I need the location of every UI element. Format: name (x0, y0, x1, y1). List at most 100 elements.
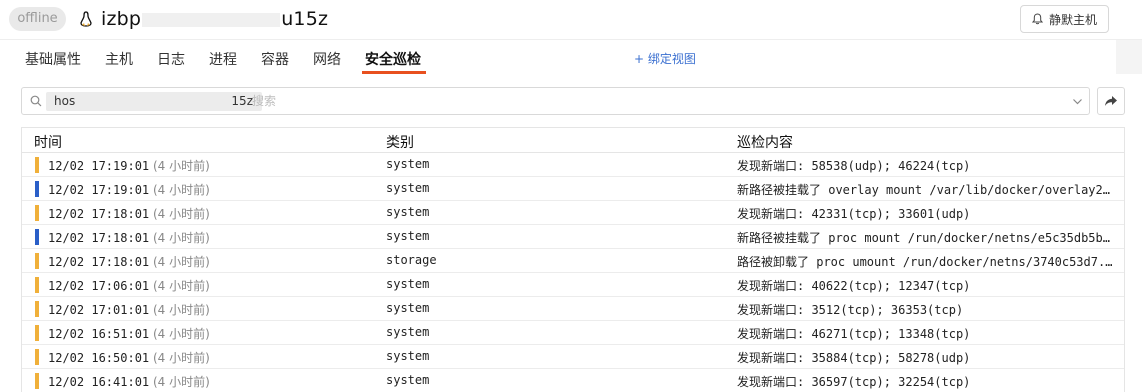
host-prefix: izbp (101, 8, 142, 30)
row-relative-time: (4 小时前) (149, 183, 210, 197)
table-row[interactable]: 12/02 17:06:01 (4 小时前) system 发现新端口: 40622… (22, 273, 1124, 297)
column-header-category[interactable]: 类别 (386, 132, 414, 152)
row-relative-time: (4 小时前) (149, 279, 210, 293)
row-timestamp: 12/02 17:18:01 (48, 231, 150, 245)
row-relative-time: (4 小时前) (149, 327, 210, 341)
table-header: 时间 类别 巡检内容 (22, 128, 1124, 153)
severity-marker (35, 205, 39, 221)
row-content: 发现新端口: 36597(tcp); 32254(tcp) (737, 375, 971, 389)
row-relative-time: (4 小时前) (149, 159, 210, 173)
row-time: 12/02 16:41:01 (4 小时前) (48, 373, 210, 390)
chevron-down-icon[interactable] (1072, 96, 1083, 107)
row-time: 12/02 17:18:01 (4 小时前) (48, 229, 210, 246)
host-suffix: u15z (281, 8, 329, 30)
row-time: 12/02 17:18:01 (4 小时前) (48, 205, 210, 222)
row-category: system (386, 229, 430, 243)
row-timestamp: 12/02 17:19:01 (48, 159, 150, 173)
row-category: system (386, 205, 430, 219)
tab-processes[interactable]: 进程 (209, 49, 237, 69)
row-relative-time: (4 小时前) (149, 255, 210, 269)
row-content: 新路径被挂载了 overlay mount /var/lib/docker/ov… (737, 183, 1117, 197)
row-time: 12/02 17:19:01 (4 小时前) (48, 181, 210, 198)
row-timestamp: 12/02 17:19:01 (48, 183, 150, 197)
table-row[interactable]: 12/02 17:18:01 (4 小时前) storage 路径被卸载了 proc… (22, 249, 1124, 273)
column-header-time[interactable]: 时间 (34, 132, 62, 152)
row-timestamp: 12/02 16:51:01 (48, 327, 150, 341)
bell-icon (1031, 13, 1043, 25)
severity-marker (35, 349, 39, 365)
severity-marker (35, 373, 39, 389)
row-content: 发现新端口: 46271(tcp); 13348(tcp) (737, 327, 971, 341)
row-relative-time: (4 小时前) (149, 207, 210, 221)
search-filter-tag[interactable]: hos 15z (46, 92, 262, 111)
severity-marker (35, 325, 39, 341)
row-time: 12/02 17:06:01 (4 小时前) (48, 277, 210, 294)
row-relative-time: (4 小时前) (149, 375, 210, 389)
row-timestamp: 12/02 17:18:01 (48, 255, 150, 269)
row-time: 12/02 17:18:01 (4 小时前) (48, 253, 210, 270)
row-category: system (386, 349, 430, 363)
row-content: 发现新端口: 3512(tcp); 36353(tcp) (737, 303, 964, 317)
column-header-content[interactable]: 巡检内容 (737, 132, 793, 152)
row-content: 发现新端口: 42331(tcp); 33601(udp) (737, 207, 971, 221)
search-input[interactable] (252, 91, 1042, 111)
severity-marker (35, 301, 39, 317)
status-badge: offline (9, 7, 66, 31)
search-icon (30, 95, 42, 107)
row-timestamp: 12/02 17:01:01 (48, 303, 150, 317)
search-tag-prefix: hos (54, 94, 76, 108)
header: offline izbp u15z 静默主机 (0, 0, 1142, 40)
row-content: 发现新端口: 40622(tcp); 12347(tcp) (737, 279, 971, 293)
row-category: system (386, 373, 430, 387)
table-row[interactable]: 12/02 17:01:01 (4 小时前) system 发现新端口: 3512(… (22, 297, 1124, 321)
row-category: system (386, 301, 430, 315)
host-title: izbp u15z (101, 8, 328, 30)
row-content: 发现新端口: 35884(tcp); 58278(udp) (737, 351, 971, 365)
row-content: 发现新端口: 58538(udp); 46224(tcp) (737, 159, 971, 173)
table-row[interactable]: 12/02 16:51:01 (4 小时前) system 发现新端口: 46271… (22, 321, 1124, 345)
bind-view-link[interactable]: + 绑定视图 (634, 50, 696, 67)
share-arrow-icon (1105, 96, 1117, 106)
table-row[interactable]: 12/02 17:18:01 (4 小时前) system 新路径被挂载了 proc… (22, 225, 1124, 249)
table-row[interactable]: 12/02 16:50:01 (4 小时前) system 发现新端口: 35884… (22, 345, 1124, 369)
row-timestamp: 12/02 16:41:01 (48, 375, 150, 389)
mute-host-label: 静默主机 (1048, 12, 1097, 27)
search-bar[interactable]: hos 15z (21, 87, 1090, 115)
inspection-table: 时间 类别 巡检内容 12/02 17:19:01 (4 小时前) system 发… (21, 127, 1125, 392)
severity-marker (35, 181, 39, 197)
row-relative-time: (4 小时前) (149, 351, 210, 365)
table-row[interactable]: 12/02 17:19:01 (4 小时前) system 发现新端口: 58538… (22, 153, 1124, 177)
table-row[interactable]: 12/02 17:18:01 (4 小时前) system 发现新端口: 42331… (22, 201, 1124, 225)
scroll-edge (1116, 40, 1142, 74)
row-time: 12/02 17:19:01 (4 小时前) (48, 157, 210, 174)
row-category: storage (386, 253, 437, 267)
active-tab-indicator (362, 71, 426, 74)
row-time: 12/02 16:50:01 (4 小时前) (48, 349, 210, 366)
mute-host-button[interactable]: 静默主机 (1020, 5, 1109, 33)
row-timestamp: 12/02 16:50:01 (48, 351, 150, 365)
row-category: system (386, 325, 430, 339)
tab-basic-attributes[interactable]: 基础属性 (25, 49, 81, 69)
tab-containers[interactable]: 容器 (261, 49, 289, 69)
row-category: system (386, 157, 430, 171)
share-button[interactable] (1097, 87, 1125, 115)
tab-network[interactable]: 网络 (313, 49, 341, 69)
tab-security-inspection[interactable]: 安全巡检 (365, 49, 421, 69)
row-time: 12/02 17:01:01 (4 小时前) (48, 301, 210, 318)
row-category: system (386, 181, 430, 195)
row-relative-time: (4 小时前) (149, 303, 210, 317)
table-row[interactable]: 12/02 17:19:01 (4 小时前) system 新路径被挂载了 over… (22, 177, 1124, 201)
row-category: system (386, 277, 430, 291)
row-content: 路径被卸载了 proc umount /run/docker/netns/374… (737, 255, 1117, 269)
redacted-block (142, 12, 281, 27)
table-row[interactable]: 12/02 16:41:01 (4 小时前) system 发现新端口: 36597… (22, 369, 1124, 392)
severity-marker (35, 157, 39, 173)
tab-logs[interactable]: 日志 (157, 49, 185, 69)
row-time: 12/02 16:51:01 (4 小时前) (48, 325, 210, 342)
tab-bar: 基础属性 主机 日志 进程 容器 网络 安全巡检 + 绑定视图 (0, 40, 1142, 74)
row-timestamp: 12/02 17:18:01 (48, 207, 150, 221)
severity-marker (35, 277, 39, 293)
row-relative-time: (4 小时前) (149, 231, 210, 245)
linux-icon (80, 11, 92, 27)
tab-host[interactable]: 主机 (105, 49, 133, 69)
